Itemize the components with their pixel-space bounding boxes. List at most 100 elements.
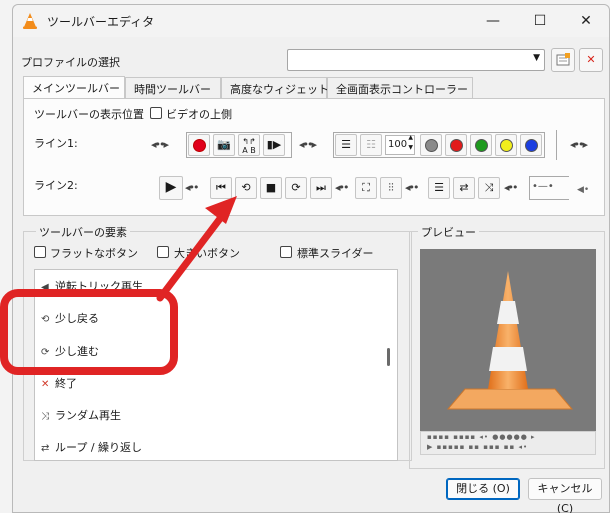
yellow-dot-icon: [499, 139, 513, 152]
skip-back-icon: ⏮: [216, 181, 226, 194]
above-video-checkbox[interactable]: [150, 107, 162, 119]
list-item[interactable]: ⟳ 少し進む: [41, 342, 99, 362]
spacer-icon[interactable]: ◂••: [405, 181, 419, 194]
color-button-blue[interactable]: [520, 134, 542, 156]
spacer-icon[interactable]: ◂••: [335, 181, 349, 194]
tab-fullscreen-controller[interactable]: 全画面表示コントローラー: [327, 77, 473, 99]
fullscreen-button[interactable]: ⛶: [355, 177, 377, 199]
toolbar-editor-window: ツールバーエディタ — ☐ ✕ プロファイルの選択 ▼ ✕ メインツールバー 時…: [12, 4, 610, 513]
maximize-button[interactable]: ☐: [517, 5, 563, 37]
spinner-arrows-icon[interactable]: ▲ ▼: [408, 133, 413, 153]
delete-profile-button[interactable]: ✕: [579, 48, 603, 72]
blue-dot-icon: [524, 139, 538, 152]
toolbar-position-label: ツールバーの表示位置: [34, 108, 144, 121]
ab-loop-icon: ↰↱ A B: [242, 137, 256, 155]
green-dot-icon: [474, 139, 488, 152]
playlist-icon: ☰: [434, 181, 444, 194]
mini-toolbar-icon: ▪▪▪▪ ▪▪▪▪ ◂• ●●●●● ▸: [427, 433, 536, 441]
next-button[interactable]: ⏭: [310, 177, 332, 199]
quit-icon: ✕: [41, 379, 50, 390]
close-window-button[interactable]: ✕: [563, 5, 609, 37]
extended-settings-button-2[interactable]: ⫶⫶: [380, 177, 402, 199]
volume-value: 100: [388, 139, 408, 150]
list-scrollbar-thumb[interactable]: [387, 348, 390, 366]
new-profile-button[interactable]: [551, 48, 575, 72]
new-profile-icon: [556, 53, 570, 66]
main-toolbar-panel: ツールバーの表示位置 ビデオの上側 ライン1: ◂••▸ 📷 ↰↱ A B ▮▶ …: [23, 98, 605, 216]
mini-toolbar-icon: ▶ ▪▪▪▪▪ ▪▪ ▪▪▪ ▪▪ ◂•: [427, 443, 529, 451]
red-dot-icon: [449, 139, 463, 152]
color-button-yellow[interactable]: [495, 134, 517, 156]
extended-icon: ☷: [366, 138, 376, 151]
preview-group: プレビュー ▪▪▪▪ ▪▪▪▪ ◂• ●●●●● ▸ ▶ ▪▪▪▪▪ ▪▪ ▪▪…: [409, 224, 605, 469]
close-button[interactable]: 閉じる (O): [446, 478, 520, 500]
random-button[interactable]: ⤨: [478, 177, 500, 199]
list-item[interactable]: ⟲ 少し戻る: [41, 309, 99, 329]
record-button[interactable]: [188, 134, 210, 156]
skip-forward-icon: ⏭: [316, 181, 326, 194]
spacer-icon[interactable]: ◂••▸: [299, 138, 317, 151]
tab-time-toolbar[interactable]: 時間ツールバー: [125, 77, 221, 99]
tab-advanced-widget[interactable]: 高度なウィジェット: [221, 77, 329, 99]
playlist-icon: ☰: [341, 138, 351, 151]
frame-step-icon: ▮▶: [266, 138, 282, 151]
cancel-button[interactable]: キャンセル (C): [528, 478, 602, 513]
stop-icon: ■: [265, 181, 277, 194]
toolbar-elements-group: ツールバーの要素 フラットなボタン 大きいボタン 標準スライダー ◀ 逆転トリック…: [23, 224, 412, 461]
profile-dropdown[interactable]: ▼: [287, 49, 545, 71]
loop-icon: ⇄: [41, 443, 50, 454]
equalizer-icon: ⫶⫶: [388, 181, 394, 194]
spacer-icon[interactable]: ◂••▸: [151, 138, 169, 151]
skip-back-button[interactable]: ⟲: [235, 177, 257, 199]
toolbar-elements-title: ツールバーの要素: [36, 224, 130, 240]
flat-buttons-label: フラットなボタン: [50, 247, 138, 260]
camera-icon: 📷: [217, 138, 231, 151]
frame-step-button[interactable]: ▮▶: [263, 134, 285, 156]
window-title: ツールバーエディタ: [47, 15, 155, 29]
shuffle-icon: ⤨: [484, 181, 494, 194]
list-item[interactable]: ✕ 終了: [41, 374, 77, 394]
play-icon: ▶: [165, 179, 177, 195]
flat-buttons-checkbox[interactable]: [34, 246, 46, 258]
spacer-icon[interactable]: ◂••: [185, 181, 199, 194]
extended-settings-button[interactable]: ☷: [360, 134, 382, 156]
color-button-green[interactable]: [470, 134, 492, 156]
list-item[interactable]: ⇄ ループ / 繰り返し: [41, 438, 142, 458]
previous-button[interactable]: ⏮: [210, 177, 232, 199]
vlc-cone-icon: [446, 271, 574, 410]
preview-image: [420, 249, 596, 431]
list-item[interactable]: ◀ 逆転トリック再生: [41, 277, 143, 297]
shuffle-icon: ⤨: [41, 411, 49, 422]
list-item[interactable]: ⤨ ランダム再生: [41, 406, 121, 426]
native-slider-checkbox[interactable]: [280, 246, 292, 258]
skip-forward-button[interactable]: ⟳: [285, 177, 307, 199]
playlist-button-2[interactable]: ☰: [428, 177, 450, 199]
loop-button[interactable]: ⇄: [453, 177, 475, 199]
above-video-label: ビデオの上側: [166, 108, 232, 121]
ab-loop-button[interactable]: ↰↱ A B: [238, 134, 260, 156]
big-buttons-checkbox[interactable]: [157, 246, 169, 258]
playlist-button[interactable]: ☰: [335, 134, 357, 156]
toolbar-elements-list[interactable]: ◀ 逆転トリック再生 ⟲ 少し戻る ⟳ 少し進む ✕ 終了 ⤨ ランダム再生 ⇄ ループ /…: [34, 269, 398, 461]
spacer-icon[interactable]: ◂••▸: [570, 138, 588, 151]
big-buttons-label: 大きいボタン: [174, 247, 240, 260]
tab-main-toolbar[interactable]: メインツールバー: [23, 76, 125, 100]
loop-icon: ⇄: [459, 181, 469, 194]
vlc-cone-icon: [23, 13, 37, 29]
chevron-down-icon: ▼: [533, 53, 540, 63]
speaker-icon[interactable]: ◀•: [577, 185, 589, 195]
color-button-red[interactable]: [445, 134, 467, 156]
volume-spinbox[interactable]: 100 ▲ ▼: [385, 133, 415, 155]
preview-toolbar-strip: ▪▪▪▪ ▪▪▪▪ ◂• ●●●●● ▸ ▶ ▪▪▪▪▪ ▪▪ ▪▪▪ ▪▪ ◂…: [420, 431, 596, 455]
record-icon: [192, 139, 206, 152]
skip-forward-small-icon: ⟳: [41, 347, 50, 358]
fullscreen-icon: ⛶: [362, 181, 370, 194]
spacer-icon[interactable]: ◂••: [504, 181, 518, 194]
play-button[interactable]: ▶: [159, 176, 183, 200]
volume-bar-icon: •—•: [532, 181, 554, 192]
skip-forward-small-icon: ⟳: [291, 181, 301, 194]
color-button-gray[interactable]: [420, 134, 442, 156]
minimize-button[interactable]: —: [470, 5, 516, 37]
stop-button[interactable]: ■: [260, 177, 282, 199]
snapshot-button[interactable]: 📷: [213, 134, 235, 156]
